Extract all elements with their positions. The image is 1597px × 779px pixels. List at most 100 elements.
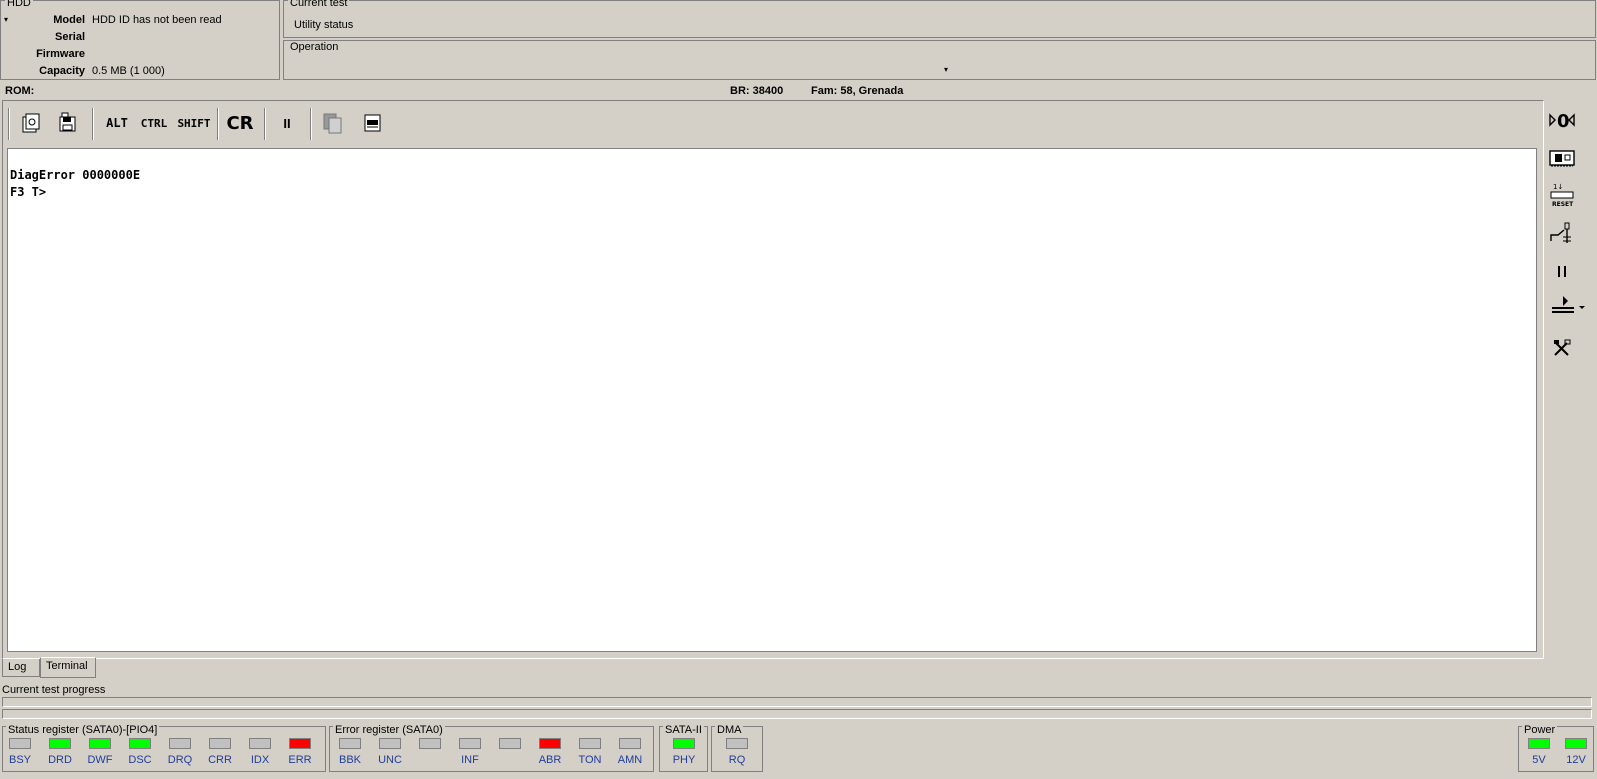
- led-err: [289, 738, 311, 749]
- led-dwf: [89, 738, 111, 749]
- led-label-12v: 12V: [1566, 754, 1586, 766]
- led-ton: [579, 738, 601, 749]
- copy-icon: [323, 113, 342, 134]
- operation-title: Operation: [288, 41, 341, 53]
- copy-button[interactable]: [320, 108, 346, 138]
- led-bbk: [339, 738, 361, 749]
- led-idx: [249, 738, 271, 749]
- toolbar-separator: [310, 108, 312, 140]
- svg-text:0: 0: [1557, 111, 1570, 132]
- tab-terminal[interactable]: Terminal: [40, 657, 96, 678]
- led-label-amn: AMN: [617, 754, 643, 766]
- current-test-progress-bar: [2, 697, 1592, 707]
- baud-rate: BR: 38400: [730, 85, 784, 97]
- terminal-output[interactable]: DiagError 0000000E F3 T>: [7, 148, 1537, 652]
- error-register-title: Error register (SATA0): [333, 724, 445, 736]
- dma-title: DMA: [715, 724, 744, 736]
- led-label-dsc: DSC: [128, 754, 152, 766]
- led-amn: [619, 738, 641, 749]
- hdd-group: HDD ▾ Model HDD ID has not been read Ser…: [0, 0, 280, 80]
- play-menu-button[interactable]: [1548, 293, 1588, 321]
- led-phy: [673, 738, 695, 749]
- led-unused: [499, 738, 521, 749]
- operation-group: Operation ▾: [283, 40, 1596, 80]
- led-label-phy: PHY: [672, 754, 696, 766]
- power-switch-button[interactable]: [1548, 219, 1576, 247]
- capacity-label: Capacity: [39, 65, 85, 77]
- model-label: Model: [53, 14, 85, 26]
- led-dsc: [129, 738, 151, 749]
- led-label-inf: INF: [461, 754, 479, 766]
- led-label-rq: RQ: [728, 754, 746, 766]
- total-progress-bar: [2, 709, 1592, 719]
- pause-icon: [1558, 266, 1566, 277]
- led-label-abr: ABR: [538, 754, 562, 766]
- hdd-group-title: HDD: [5, 0, 33, 9]
- led-unc: [379, 738, 401, 749]
- current-test-value: Utility status: [294, 19, 354, 31]
- led-5v: [1528, 738, 1550, 749]
- reset-icon: 1↓ RESET: [1550, 183, 1574, 208]
- toolbar-separator: [8, 108, 10, 140]
- current-test-group: Current test Utility status: [283, 0, 1596, 38]
- svg-text:1↓: 1↓: [1553, 183, 1563, 191]
- power-title: Power: [1522, 724, 1558, 736]
- print-icon: [364, 114, 381, 132]
- shift-button[interactable]: SHIFT: [176, 108, 212, 138]
- terminal-line: DiagError 0000000E: [10, 168, 141, 182]
- load-script-icon: [22, 113, 40, 133]
- led-drq: [169, 738, 191, 749]
- side-pause-button[interactable]: [1548, 258, 1576, 286]
- serial-label: Serial: [55, 31, 85, 43]
- alt-button[interactable]: ALT: [103, 108, 131, 138]
- tools-icon: [1554, 339, 1571, 356]
- led-bsy: [9, 738, 31, 749]
- toolbar-separator: [92, 108, 94, 140]
- load-script-button[interactable]: [18, 108, 44, 138]
- led-unused: [419, 738, 441, 749]
- power-switch-icon: [1550, 222, 1571, 243]
- led-label-ton: TON: [578, 754, 602, 766]
- terminal-line: F3 T>: [10, 185, 47, 199]
- progress-label: Current test progress: [2, 684, 106, 696]
- zero-speed-button[interactable]: 0: [1548, 106, 1576, 134]
- tab-log[interactable]: Log: [2, 659, 40, 677]
- led-label-bsy: BSY: [8, 754, 31, 766]
- led-rq: [726, 738, 748, 749]
- led-abr: [539, 738, 561, 749]
- led-label-drq: DRQ: [167, 754, 193, 766]
- firmware-label: Firmware: [36, 48, 85, 60]
- family-label: Fam: 58, Grenada: [811, 85, 904, 97]
- led-label-5v: 5V: [1532, 754, 1546, 766]
- led-label-drd: DRD: [48, 754, 72, 766]
- operation-dropdown-icon[interactable]: ▾: [944, 65, 948, 74]
- led-12v: [1565, 738, 1587, 749]
- led-label-dwf: DWF: [87, 754, 113, 766]
- current-test-title: Current test: [288, 0, 350, 9]
- led-label-crr: CRR: [208, 754, 232, 766]
- led-label-bbk: BBK: [338, 754, 361, 766]
- led-crr: [209, 738, 231, 749]
- save-button[interactable]: [55, 108, 81, 138]
- cr-button[interactable]: CR: [226, 108, 254, 138]
- model-value: HDD ID has not been read: [92, 14, 222, 26]
- zero-speed-icon: 0: [1549, 111, 1575, 132]
- play-menu-icon: [1552, 296, 1585, 313]
- sata-title: SATA-II: [663, 724, 704, 736]
- board-button[interactable]: [1548, 144, 1576, 172]
- print-button[interactable]: [360, 108, 386, 138]
- led-drd: [49, 738, 71, 749]
- tools-button[interactable]: [1548, 334, 1576, 362]
- rom-label: ROM:: [5, 85, 35, 97]
- led-label-unc: UNC: [378, 754, 402, 766]
- board-icon: [1549, 150, 1575, 167]
- ctrl-button[interactable]: CTRL: [138, 108, 170, 138]
- save-icon: [59, 112, 76, 132]
- status-register-title: Status register (SATA0)-[PIO4]: [6, 724, 160, 736]
- svg-text:RESET: RESET: [1552, 201, 1574, 208]
- toolbar-separator: [264, 108, 266, 140]
- capacity-value: 0.5 MB (1 000): [92, 65, 165, 77]
- pause-button[interactable]: II: [275, 108, 299, 138]
- led-label-idx: IDX: [250, 754, 270, 766]
- reset-button[interactable]: 1↓ RESET: [1548, 181, 1576, 209]
